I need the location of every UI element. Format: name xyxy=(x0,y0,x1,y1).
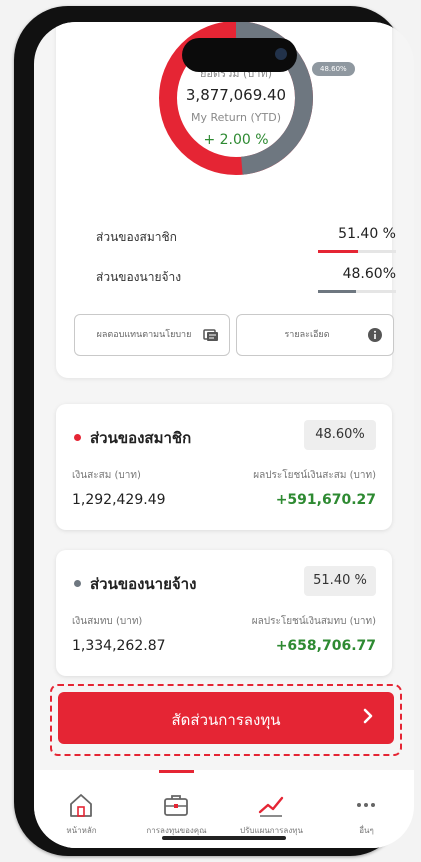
home-indicator xyxy=(162,836,286,840)
employer-benefit-label: ผลประโยชน์เงินสมทบ (บาท) xyxy=(251,616,376,627)
investment-allocation-label: สัดส่วนการลงทุน xyxy=(171,711,281,729)
return-value: + 2.00 % xyxy=(203,132,269,148)
tab-home-label: หน้าหลัก xyxy=(66,826,97,835)
document-icon xyxy=(203,329,218,341)
app-screen: 48.60% ยอดรวม (บาท) 3,877,069.40 My Retu… xyxy=(34,22,414,848)
investment-policy-return-label: ผลตอบแทนตามนโยบาย xyxy=(96,330,192,340)
employer-fund-card[interactable]: ส่วนของนายจ้าง 51.40 % เงินสมทบ (บาท) ผล… xyxy=(56,550,392,676)
member-accumulated-label: เงินสะสม (บาท) xyxy=(72,470,141,481)
tab-your-investment[interactable]: การลงทุนของคุณ xyxy=(129,770,224,840)
member-fund-card[interactable]: ส่วนของสมาชิก 48.60% เงินสะสม (บาท) ผลปร… xyxy=(56,404,392,530)
return-label: My Return (YTD) xyxy=(191,111,281,124)
employer-share-label: ส่วนของนายจ้าง xyxy=(96,270,182,284)
employer-share-row: ส่วนของนายจ้าง 48.60% xyxy=(96,264,396,300)
active-tab-indicator xyxy=(159,770,194,773)
member-share-bar xyxy=(318,250,396,253)
camera-icon xyxy=(275,48,287,60)
employer-share-bar-fill xyxy=(318,290,356,293)
employer-contribution-label: เงินสมทบ (บาท) xyxy=(72,616,143,627)
employer-dot-icon xyxy=(74,580,81,587)
member-share-label: ส่วนของสมาชิก xyxy=(96,230,177,244)
cta-highlight-frame: สัดส่วนการลงทุน xyxy=(50,684,402,756)
member-share-row: ส่วนของสมาชิก 51.40 % xyxy=(96,224,396,260)
tab-more-label: อื่นๆ xyxy=(359,826,374,835)
tab-adjust-plan[interactable]: ปรับแผนการลงทุน xyxy=(224,770,319,840)
investment-allocation-button[interactable]: สัดส่วนการลงทุน xyxy=(58,692,394,744)
details-label: รายละเอียด xyxy=(284,330,330,340)
donut-center-info: ยอดรวม (บาท) 3,877,069.40 My Return (YTD… xyxy=(152,66,320,152)
investment-policy-return-button[interactable]: ผลตอบแทนตามนโยบาย xyxy=(74,314,230,356)
member-accumulated-value: 1,292,429.49 xyxy=(72,492,166,508)
member-share-bar-fill xyxy=(318,250,359,253)
employer-card-percent: 51.40 % xyxy=(304,566,376,596)
more-icon xyxy=(357,803,375,807)
member-benefit-label: ผลประโยชน์เงินสะสม (บาท) xyxy=(253,470,376,481)
portfolio-summary-card: 48.60% ยอดรวม (บาท) 3,877,069.40 My Retu… xyxy=(56,22,396,378)
details-button[interactable]: รายละเอียด xyxy=(236,314,394,356)
employer-contribution-value: 1,334,262.87 xyxy=(72,638,166,654)
info-icon xyxy=(368,328,382,342)
member-dot-icon xyxy=(74,434,81,441)
chevron-right-icon xyxy=(363,708,373,724)
home-icon xyxy=(70,794,92,817)
tab-home[interactable]: หน้าหลัก xyxy=(34,770,129,840)
employer-share-percent: 48.60% xyxy=(342,266,396,282)
tab-more[interactable]: อื่นๆ xyxy=(319,770,414,840)
dynamic-island xyxy=(182,38,297,72)
member-share-percent: 51.40 % xyxy=(338,226,396,242)
employer-benefit-value: +658,706.77 xyxy=(275,638,376,654)
member-benefit-value: +591,670.27 xyxy=(275,492,376,508)
member-card-title: ส่วนของสมาชิก xyxy=(90,429,192,447)
briefcase-icon xyxy=(164,795,188,816)
total-value: 3,877,069.40 xyxy=(185,86,287,104)
trend-icon xyxy=(258,796,284,817)
employer-share-bar xyxy=(318,290,396,293)
employer-card-title: ส่วนของนายจ้าง xyxy=(90,575,197,593)
phone-frame: 48.60% ยอดรวม (บาท) 3,877,069.40 My Retu… xyxy=(14,6,414,856)
member-card-percent: 48.60% xyxy=(304,420,376,450)
